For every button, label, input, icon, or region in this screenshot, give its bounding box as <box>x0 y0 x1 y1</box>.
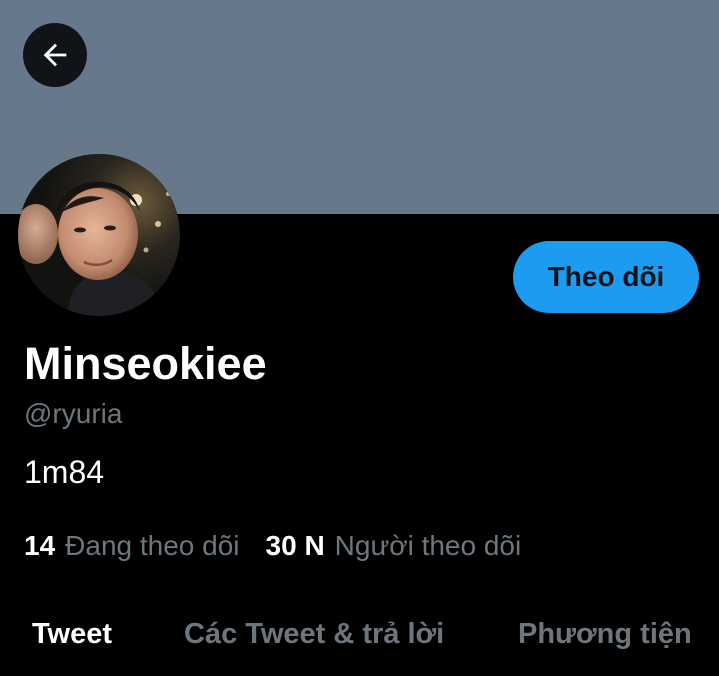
back-button[interactable] <box>23 23 87 87</box>
display-name: Minseokiee <box>24 338 267 389</box>
tab-tweets-and-replies[interactable]: Các Tweet & trả lời <box>184 604 444 664</box>
followers-stat-link[interactable]: 30 N Người theo dõi <box>266 526 522 566</box>
profile-stats: 14 Đang theo dõi 30 N Người theo dõi <box>24 526 521 566</box>
followers-label: Người theo dõi <box>334 530 522 561</box>
following-count: 14 <box>24 530 56 561</box>
arrow-left-icon <box>38 38 72 72</box>
following-stat-link[interactable]: 14 Đang theo dõi <box>24 526 240 566</box>
tab-media[interactable]: Phương tiện <box>518 604 692 664</box>
profile-page: Theo dõi Minseokiee @ryuria 1m84 14 Đang… <box>0 0 719 676</box>
followers-count: 30 N <box>265 530 325 561</box>
following-label: Đang theo dõi <box>65 530 240 561</box>
username-handle: @ryuria <box>24 398 123 429</box>
follow-button[interactable]: Theo dõi <box>513 241 699 313</box>
bio-text: 1m84 <box>24 454 105 490</box>
tab-tweets[interactable]: Tweet <box>32 604 112 664</box>
avatar[interactable] <box>18 154 180 316</box>
profile-tabs: Tweet Các Tweet & trả lời Phương tiện <box>0 604 719 664</box>
